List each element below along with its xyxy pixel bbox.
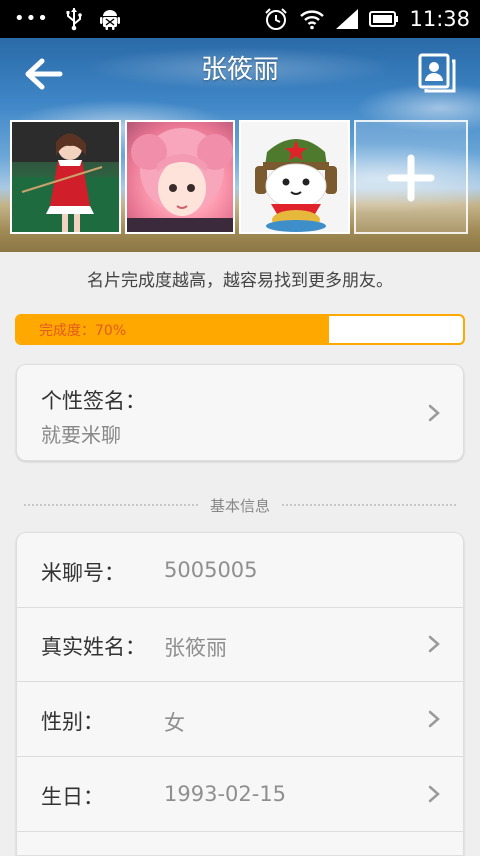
signature-value: 就要米聊 (41, 423, 121, 447)
photo-1-image (12, 122, 119, 232)
chevron-right-icon (428, 785, 440, 803)
plus-icon (387, 154, 435, 202)
row-label: 生日： (41, 785, 104, 809)
add-photo-button[interactable] (354, 120, 469, 234)
row-value: 张筱丽 (164, 636, 227, 660)
chevron-right-icon (428, 404, 440, 422)
divider-line (282, 504, 457, 506)
signal-icon (336, 9, 359, 29)
photo-thumbnail[interactable] (10, 120, 121, 234)
contact-card-button[interactable] (416, 52, 458, 94)
photo-strip (10, 120, 469, 234)
info-row-real-name[interactable]: 真实姓名： 张筱丽 (17, 607, 463, 682)
completion-hint: 名片完成度越高，越容易找到更多朋友。 (87, 271, 393, 291)
basic-info-card: 米聊号： 5005005 真实姓名： 张筱丽 性别： 女 生日： 1993-02… (16, 532, 464, 856)
row-label: 米聊号： (41, 561, 125, 585)
row-label: 性别： (41, 710, 104, 734)
alarm-icon (265, 8, 288, 30)
photo-thumbnail[interactable] (124, 120, 236, 234)
contact-card-icon (418, 53, 456, 93)
completion-progress-bar: 完成度：70% (15, 314, 465, 345)
photo-2-image (126, 128, 234, 232)
usb-icon (66, 8, 82, 31)
page-title: 张筱丽 (200, 55, 279, 85)
photo-3-image (241, 122, 349, 232)
profile-header: 张筱丽 (0, 38, 480, 252)
divider-line (24, 504, 198, 506)
status-time: 11:38 (409, 7, 470, 31)
chevron-right-icon (428, 635, 440, 653)
battery-icon (369, 11, 399, 27)
row-value: 5005005 (164, 558, 258, 582)
more-dots-icon: ••• (14, 8, 49, 29)
android-debug-icon (99, 10, 120, 30)
signature-row[interactable]: 个性签名： 就要米聊 (16, 364, 464, 461)
progress-label: 完成度：70% (39, 323, 127, 339)
chevron-right-icon (428, 710, 440, 728)
info-row-mliao-id: 米聊号： 5005005 (17, 533, 463, 608)
status-bar: ••• 11:38 (0, 0, 480, 38)
row-value: 1993-02-15 (164, 782, 287, 806)
photo-thumbnail[interactable] (239, 120, 351, 234)
wifi-icon (300, 10, 325, 30)
info-row-gender[interactable]: 性别： 女 (17, 682, 463, 757)
info-row-birthday[interactable]: 生日： 1993-02-15 (17, 757, 463, 832)
row-value: 女 (164, 711, 185, 735)
section-title: 基本信息 (210, 496, 271, 515)
signature-label: 个性签名： (41, 389, 146, 413)
row-label: 真实姓名： (41, 635, 146, 659)
section-divider: 基本信息 (24, 494, 457, 516)
